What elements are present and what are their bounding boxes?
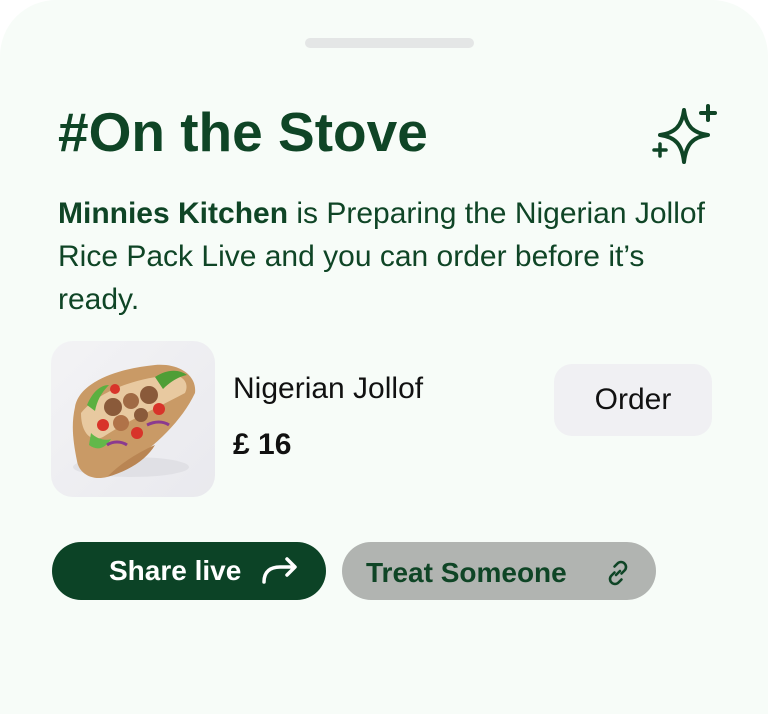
item-price: £ 16 xyxy=(233,428,292,461)
order-button[interactable]: Order xyxy=(554,364,712,436)
share-live-label: Share live xyxy=(109,555,242,586)
share-live-button[interactable]: Share live xyxy=(52,542,326,600)
on-the-stove-sheet: #On the Stove Minnies Kitchen is Prepari… xyxy=(0,0,768,714)
treat-someone-button[interactable]: Treat Someone xyxy=(342,542,656,600)
sheet-title: #On the Stove xyxy=(58,101,428,163)
treat-someone-label: Treat Someone xyxy=(366,557,567,588)
item-name: Nigerian Jollof xyxy=(233,372,424,405)
sheet-description: Minnies Kitchen is Preparing the Nigeria… xyxy=(58,192,728,321)
link-icon xyxy=(608,560,628,586)
share-arrow-icon xyxy=(262,557,297,584)
sparkle-icon xyxy=(652,104,717,164)
vendor-name[interactable]: Minnies Kitchen xyxy=(58,197,288,230)
sheet-drag-handle[interactable] xyxy=(305,38,474,48)
food-wrap-image xyxy=(51,341,215,497)
